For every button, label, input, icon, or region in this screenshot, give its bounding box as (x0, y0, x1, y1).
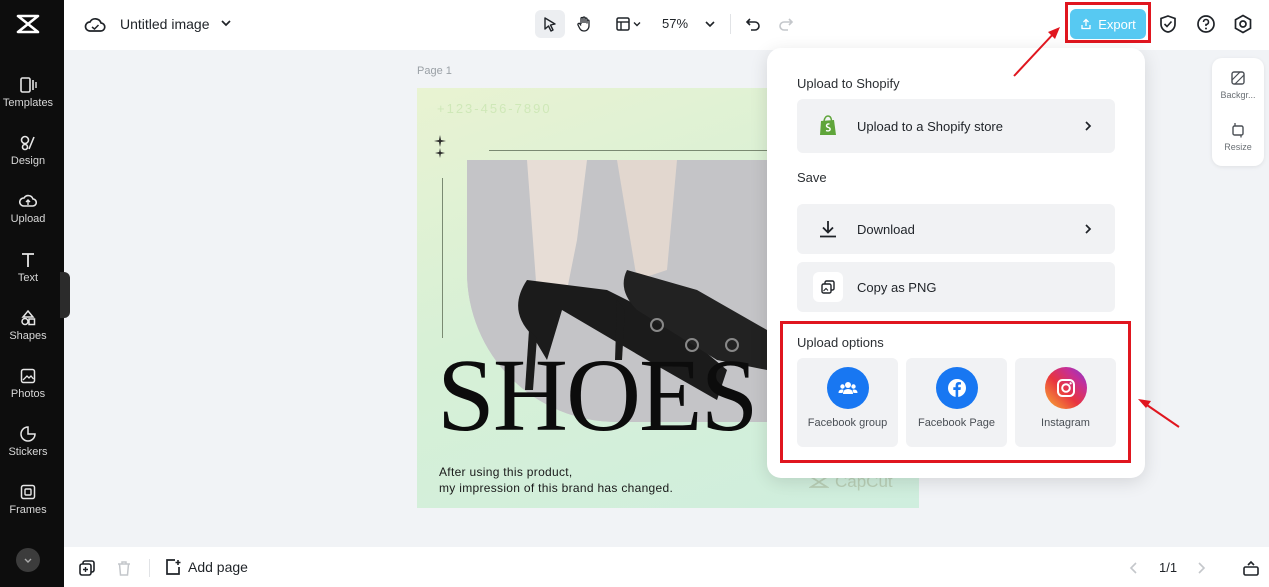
document-title[interactable]: Untitled image (120, 16, 210, 32)
redo-icon (779, 18, 794, 31)
sidebar-item-label: Photos (10, 388, 46, 400)
sidebar-item-label: Shapes (9, 330, 47, 342)
gear-icon[interactable] (1232, 13, 1254, 35)
page-counter: 1/1 (1159, 560, 1178, 575)
top-bar: Untitled image 57% Export (64, 0, 1269, 50)
add-page-button[interactable]: Add page (164, 557, 248, 577)
headline-text[interactable]: SHOES (437, 344, 758, 448)
undo-button[interactable] (738, 10, 768, 38)
hand-tool-button[interactable] (569, 10, 599, 38)
decorative-line (442, 178, 443, 338)
chevron-right-icon[interactable] (1192, 559, 1210, 577)
resize-label: Resize (1224, 142, 1252, 152)
download-button[interactable]: Download (797, 204, 1115, 254)
chevron-down-icon (705, 21, 715, 28)
background-label: Backgr... (1220, 90, 1256, 100)
sidebar-item-label: Stickers (8, 446, 48, 458)
hand-icon (577, 16, 590, 32)
design-icon (20, 135, 35, 151)
add-page-label: Add page (188, 559, 248, 575)
resize-tool[interactable]: Resize (1212, 122, 1264, 152)
layout-icon (616, 17, 630, 31)
chevron-down-icon (24, 558, 32, 563)
shield-icon[interactable] (1157, 13, 1179, 35)
cursor-icon (544, 17, 556, 32)
bottom-bar: Add page 1/1 (64, 547, 1269, 587)
sidebar-item-label: Text (17, 272, 39, 284)
upload-options-highlight-box (780, 321, 1131, 463)
bottom-divider (149, 559, 150, 577)
cloud-sync-icon[interactable] (84, 14, 106, 36)
redo-button[interactable] (771, 10, 801, 38)
zoom-dropdown-button[interactable] (695, 10, 725, 38)
sidebar-collapse-handle[interactable] (60, 272, 70, 318)
right-tool-panel: Backgr... Resize (1212, 58, 1264, 166)
sidebar-item-stickers[interactable]: Stickers (0, 425, 56, 477)
avatar[interactable] (16, 548, 40, 572)
annotation-arrow (1013, 27, 1060, 77)
trash-icon[interactable] (115, 559, 133, 577)
sidebar-item-templates[interactable]: Templates (0, 76, 56, 128)
sidebar-item-design[interactable]: Design (0, 134, 56, 186)
sidebar-item-label: Frames (9, 504, 47, 516)
help-icon[interactable] (1195, 13, 1217, 35)
shapes-icon (21, 309, 36, 326)
text-icon (22, 253, 34, 267)
sidebar-item-upload[interactable]: Upload (0, 192, 56, 244)
add-page-icon (166, 559, 181, 575)
select-tool-button[interactable] (535, 10, 565, 38)
sidebar-item-photos[interactable]: Photos (0, 367, 56, 419)
stickers-icon (20, 426, 36, 442)
chevron-left-icon[interactable] (1125, 559, 1143, 577)
undo-icon (745, 18, 760, 31)
tagline-text[interactable]: After using this product, my impression … (439, 464, 673, 496)
copy-as-png-label: Copy as PNG (857, 279, 937, 295)
resize-icon (1232, 123, 1244, 138)
tagline-line: After using this product, (439, 465, 573, 479)
sparkle-icon (434, 135, 446, 158)
download-icon (817, 218, 839, 240)
chevron-right-icon (1085, 224, 1092, 234)
copy-as-png-button[interactable]: Copy as PNG (797, 262, 1115, 312)
sidebar-item-frames[interactable]: Frames (0, 483, 56, 535)
shopify-icon (817, 115, 839, 137)
capcut-logo-icon[interactable] (14, 10, 42, 38)
sidebar-item-label: Design (10, 155, 46, 167)
zoom-level[interactable]: 57% (662, 16, 688, 31)
layout-menu-button[interactable] (609, 10, 649, 38)
background-tool[interactable]: Backgr... (1212, 70, 1264, 100)
copy-image-icon (813, 272, 843, 302)
toolbar-divider (730, 14, 731, 34)
chevron-down-icon[interactable] (218, 15, 234, 31)
tagline-line: my impression of this brand has changed. (439, 481, 674, 495)
sidebar-item-label: Upload (10, 213, 46, 225)
upload-icon (19, 194, 37, 207)
phone-number-text[interactable]: +123-456-7890 (437, 101, 552, 116)
upload-shopify-label: Upload to a Shopify store (857, 118, 1003, 134)
sidebar-item-text[interactable]: Text (0, 251, 56, 303)
export-highlight-box (1065, 2, 1151, 43)
duplicate-page-icon[interactable] (78, 559, 96, 577)
page-label: Page 1 (417, 65, 452, 77)
shopify-section-title: Upload to Shopify (797, 76, 900, 91)
sidebar-item-shapes[interactable]: Shapes (0, 309, 56, 361)
sidebar-item-label: Templates (2, 97, 54, 109)
decorative-line (489, 150, 769, 151)
download-label: Download (857, 221, 915, 237)
chevron-right-icon (1085, 121, 1092, 131)
expand-pages-icon[interactable] (1242, 559, 1260, 577)
save-section-title: Save (797, 170, 827, 185)
templates-icon (20, 77, 37, 93)
photos-icon (20, 368, 36, 384)
background-icon (1231, 71, 1245, 85)
left-sidebar: Templates Design Upload Text Shapes Phot… (0, 0, 64, 587)
frames-icon (20, 484, 36, 500)
chevron-down-icon (633, 22, 641, 27)
upload-shopify-button[interactable]: Upload to a Shopify store (797, 99, 1115, 153)
annotation-arrow (1138, 399, 1180, 428)
